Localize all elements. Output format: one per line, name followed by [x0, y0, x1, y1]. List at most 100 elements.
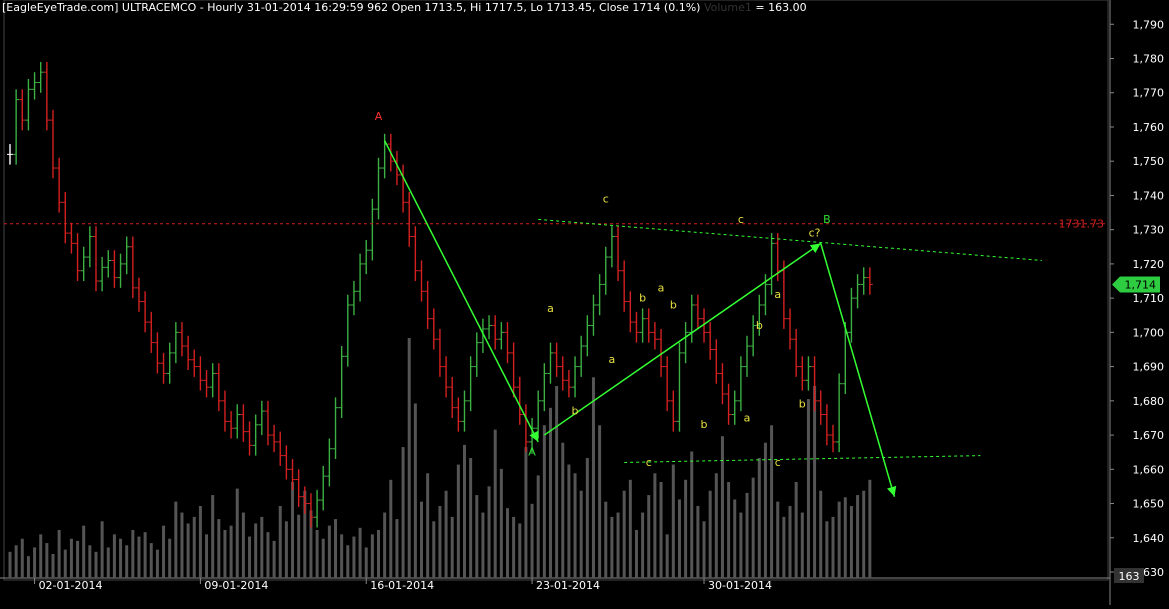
resistance-label: 1731.73	[1059, 218, 1105, 231]
wave-label: c	[775, 456, 781, 469]
wave-arrowhead	[887, 485, 897, 497]
wave-label: a	[609, 353, 616, 366]
volume-bar	[131, 530, 135, 578]
datetime-label: 31-01-2014 16:29:59 962	[246, 1, 389, 14]
volume-bar	[690, 451, 694, 578]
volume-bar	[622, 490, 626, 578]
volume-bar	[205, 534, 209, 578]
volume-bar	[591, 377, 595, 578]
volume-bar	[180, 512, 184, 578]
volume-bar	[291, 482, 295, 578]
volume-bar	[346, 545, 350, 578]
volume-bar	[26, 556, 30, 578]
volume-bar	[155, 549, 159, 578]
volume-bar	[794, 482, 798, 578]
volume-bar	[438, 506, 442, 578]
volume-bar	[364, 547, 368, 578]
volume-bar	[677, 499, 681, 578]
wave-line	[383, 140, 539, 443]
volume-bar	[254, 523, 258, 578]
volume-bar	[702, 521, 706, 578]
y-tick-label: 1,640	[1133, 532, 1165, 545]
volume-bar	[186, 523, 190, 578]
volume-bar	[856, 495, 860, 578]
wave-label: b	[639, 292, 646, 305]
volume-bar	[505, 508, 509, 578]
volume-bar	[420, 501, 424, 578]
chart-area[interactable]: 1731.73 A Ac c c? Ba b a b a b c b b a a c b 1,790 1,780 1,7…	[0, 0, 1169, 605]
volume-bar	[389, 479, 393, 578]
volume-bar	[536, 475, 540, 578]
volume-bar	[696, 506, 700, 578]
wave-label: c	[738, 213, 744, 226]
volume-tag-label: 163	[1119, 570, 1140, 583]
volume-bar	[665, 534, 669, 578]
volume-bar	[51, 554, 55, 578]
wave-line	[543, 242, 822, 436]
volume-bar	[598, 425, 602, 578]
volume-bar	[542, 425, 546, 578]
volume-bar	[321, 538, 325, 578]
y-tick-label: 1,780	[1133, 53, 1165, 66]
y-tick-label: 1,690	[1133, 361, 1165, 374]
volume-bar	[825, 521, 829, 578]
volume-bar	[260, 516, 264, 578]
volume-bar	[757, 458, 761, 578]
volume-bar	[174, 501, 178, 578]
volume-bar	[278, 506, 282, 578]
volume-bar	[69, 538, 73, 578]
volume-bar	[499, 468, 503, 578]
volume-bar	[106, 547, 110, 578]
wave-label: a	[658, 281, 665, 294]
volume-bar	[168, 538, 172, 578]
volume-bar	[235, 488, 239, 578]
wave-label: c	[603, 192, 609, 205]
wave-arrowhead	[809, 243, 821, 253]
volume-bar	[493, 429, 497, 578]
volume-bar	[450, 516, 454, 578]
trend-line	[538, 218, 1042, 261]
volume-bar	[407, 338, 411, 578]
interval-label: Hourly	[207, 1, 244, 14]
price-chart[interactable]: 1731.73AAccc?Babababcbbaacb1,7901,7801,7…	[0, 0, 1169, 605]
volume-value-label: = 163.00	[755, 1, 807, 14]
volume-bar	[413, 403, 417, 578]
volume-bar	[426, 473, 430, 578]
volume-bar	[524, 447, 528, 578]
volume-bar	[727, 482, 731, 578]
volume-bar	[33, 547, 37, 578]
current-price-label: 1,714	[1125, 278, 1157, 291]
volume-bar	[137, 536, 141, 578]
y-tick-label: 1,650	[1133, 498, 1165, 511]
x-tick-label: 23-01-2014	[536, 579, 600, 592]
volume-bar	[327, 525, 331, 578]
volume-bar	[628, 479, 632, 578]
volume-bar	[94, 551, 98, 578]
volume-bar	[659, 482, 663, 578]
volume-bar	[481, 512, 485, 578]
volume-bar	[548, 407, 552, 578]
volume-bar	[462, 444, 466, 578]
volume-bar	[444, 490, 448, 578]
y-tick-label: 1,670	[1133, 429, 1165, 442]
y-tick-label: 1,760	[1133, 121, 1165, 134]
volume-bar	[14, 545, 18, 578]
volume-bar	[720, 436, 724, 578]
volume-bar	[358, 527, 362, 578]
volume-bar	[800, 512, 804, 578]
volume-bar	[788, 506, 792, 578]
volume-bar	[813, 386, 817, 578]
volume-bar	[770, 425, 774, 578]
y-tick-label: 1,700	[1133, 326, 1165, 339]
volume-bar	[806, 399, 810, 578]
volume-bar	[352, 536, 356, 578]
volume-bar	[684, 479, 688, 578]
y-tick-label: 1,750	[1133, 155, 1165, 168]
volume-bar	[831, 516, 835, 578]
volume-bar	[739, 512, 743, 578]
volume-bar	[849, 506, 853, 578]
y-tick-label: 1,710	[1133, 292, 1165, 305]
volume-bar	[610, 516, 614, 578]
volume-bar	[334, 519, 338, 578]
volume-bar	[530, 503, 534, 578]
